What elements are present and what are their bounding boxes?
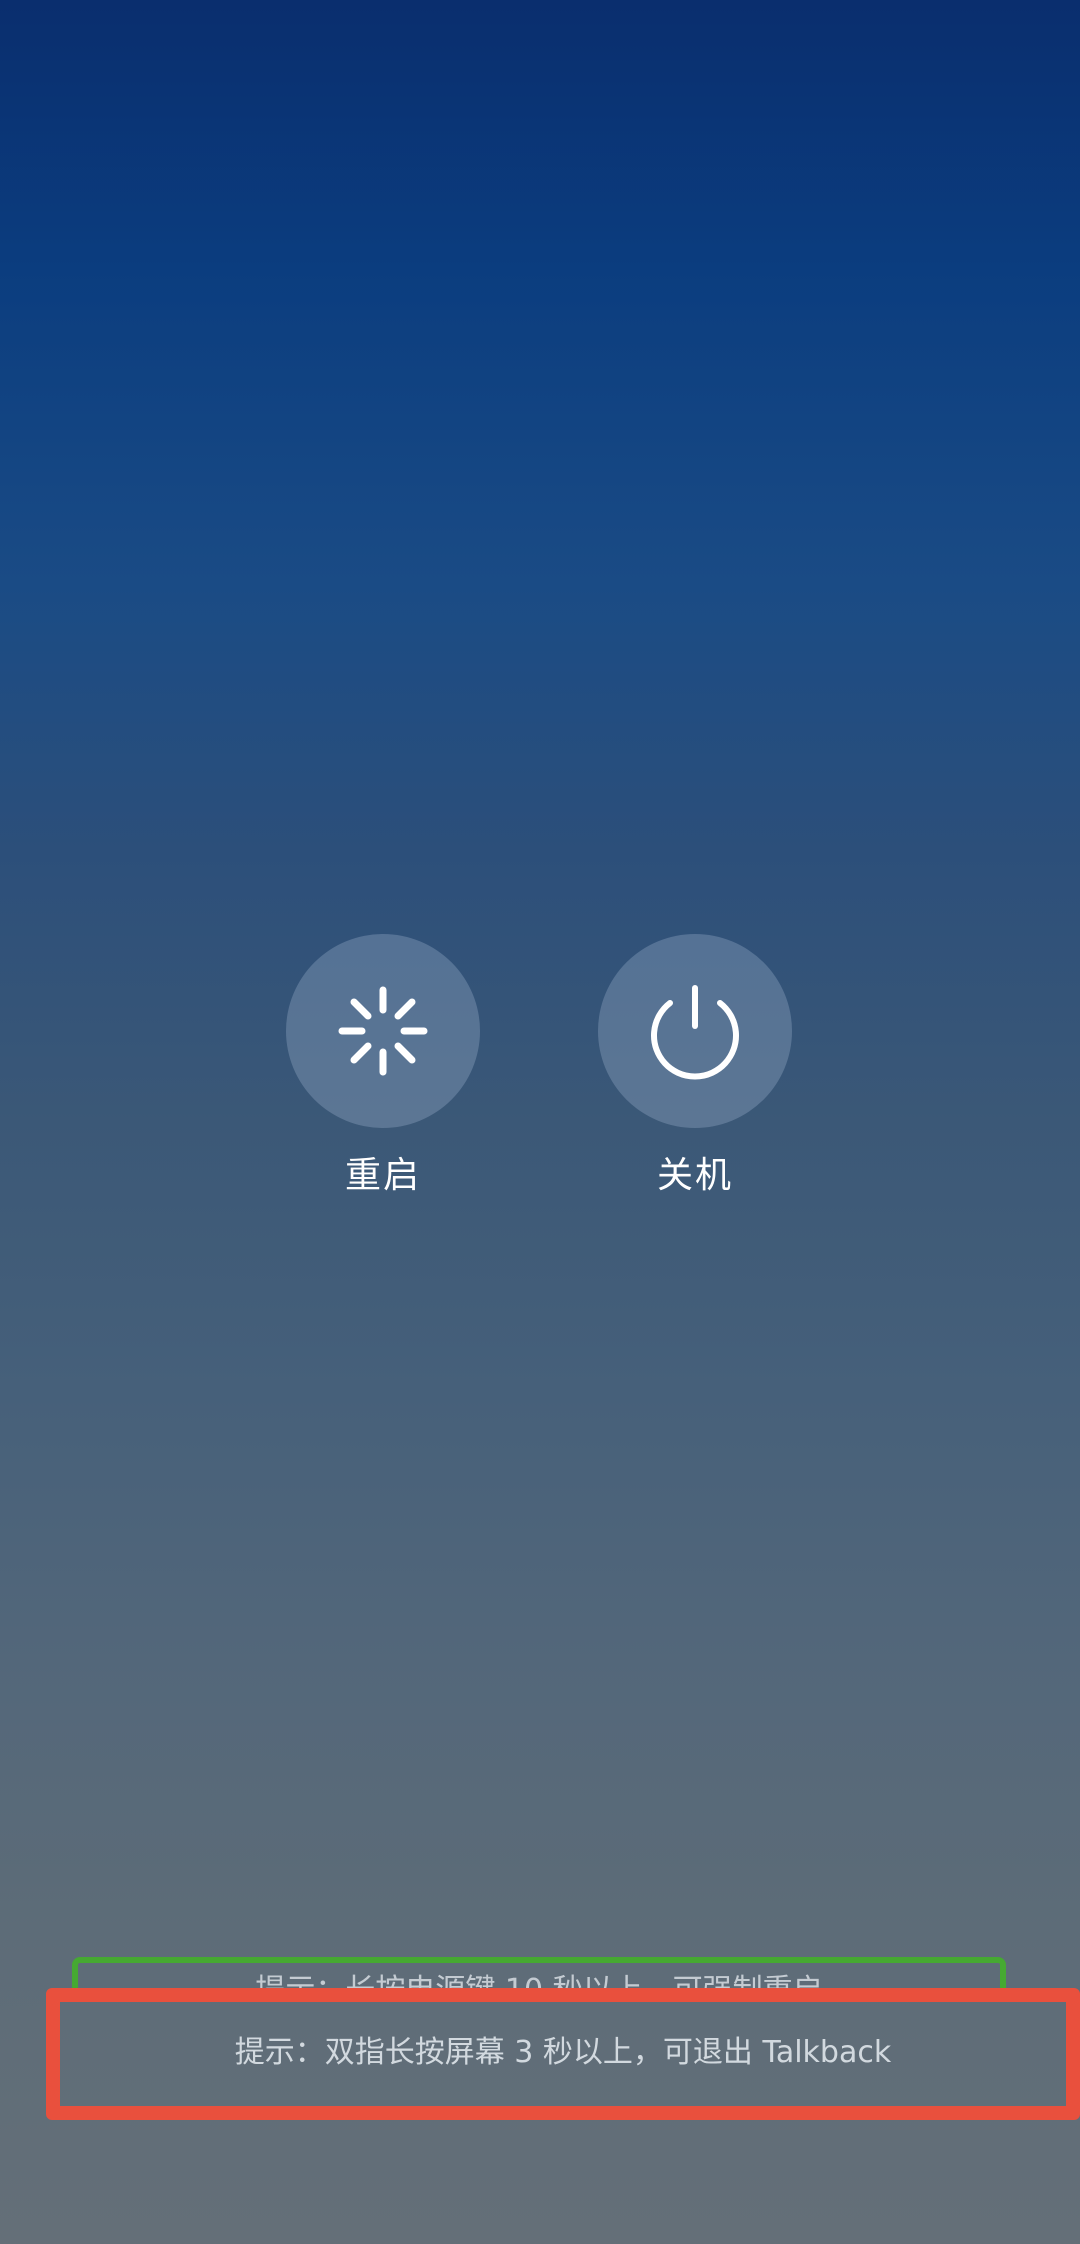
power-menu: 重启 关机 — [0, 934, 1080, 1204]
restart-spinner-icon — [338, 986, 428, 1076]
restart-button[interactable]: 重启 — [286, 934, 480, 1198]
power-icon — [651, 985, 739, 1080]
power-off-button[interactable]: 关机 — [598, 934, 792, 1198]
restart-circle[interactable] — [286, 934, 480, 1128]
power-off-circle[interactable] — [598, 934, 792, 1128]
power-off-label: 关机 — [656, 1155, 733, 1196]
exit-talkback-hint-highlight: 提示：双指长按屏幕 3 秒以上，可退出 Talkback — [46, 1988, 1080, 2120]
restart-label: 重启 — [344, 1155, 421, 1196]
exit-talkback-hint: 提示：双指长按屏幕 3 秒以上，可退出 Talkback — [234, 2035, 892, 2070]
